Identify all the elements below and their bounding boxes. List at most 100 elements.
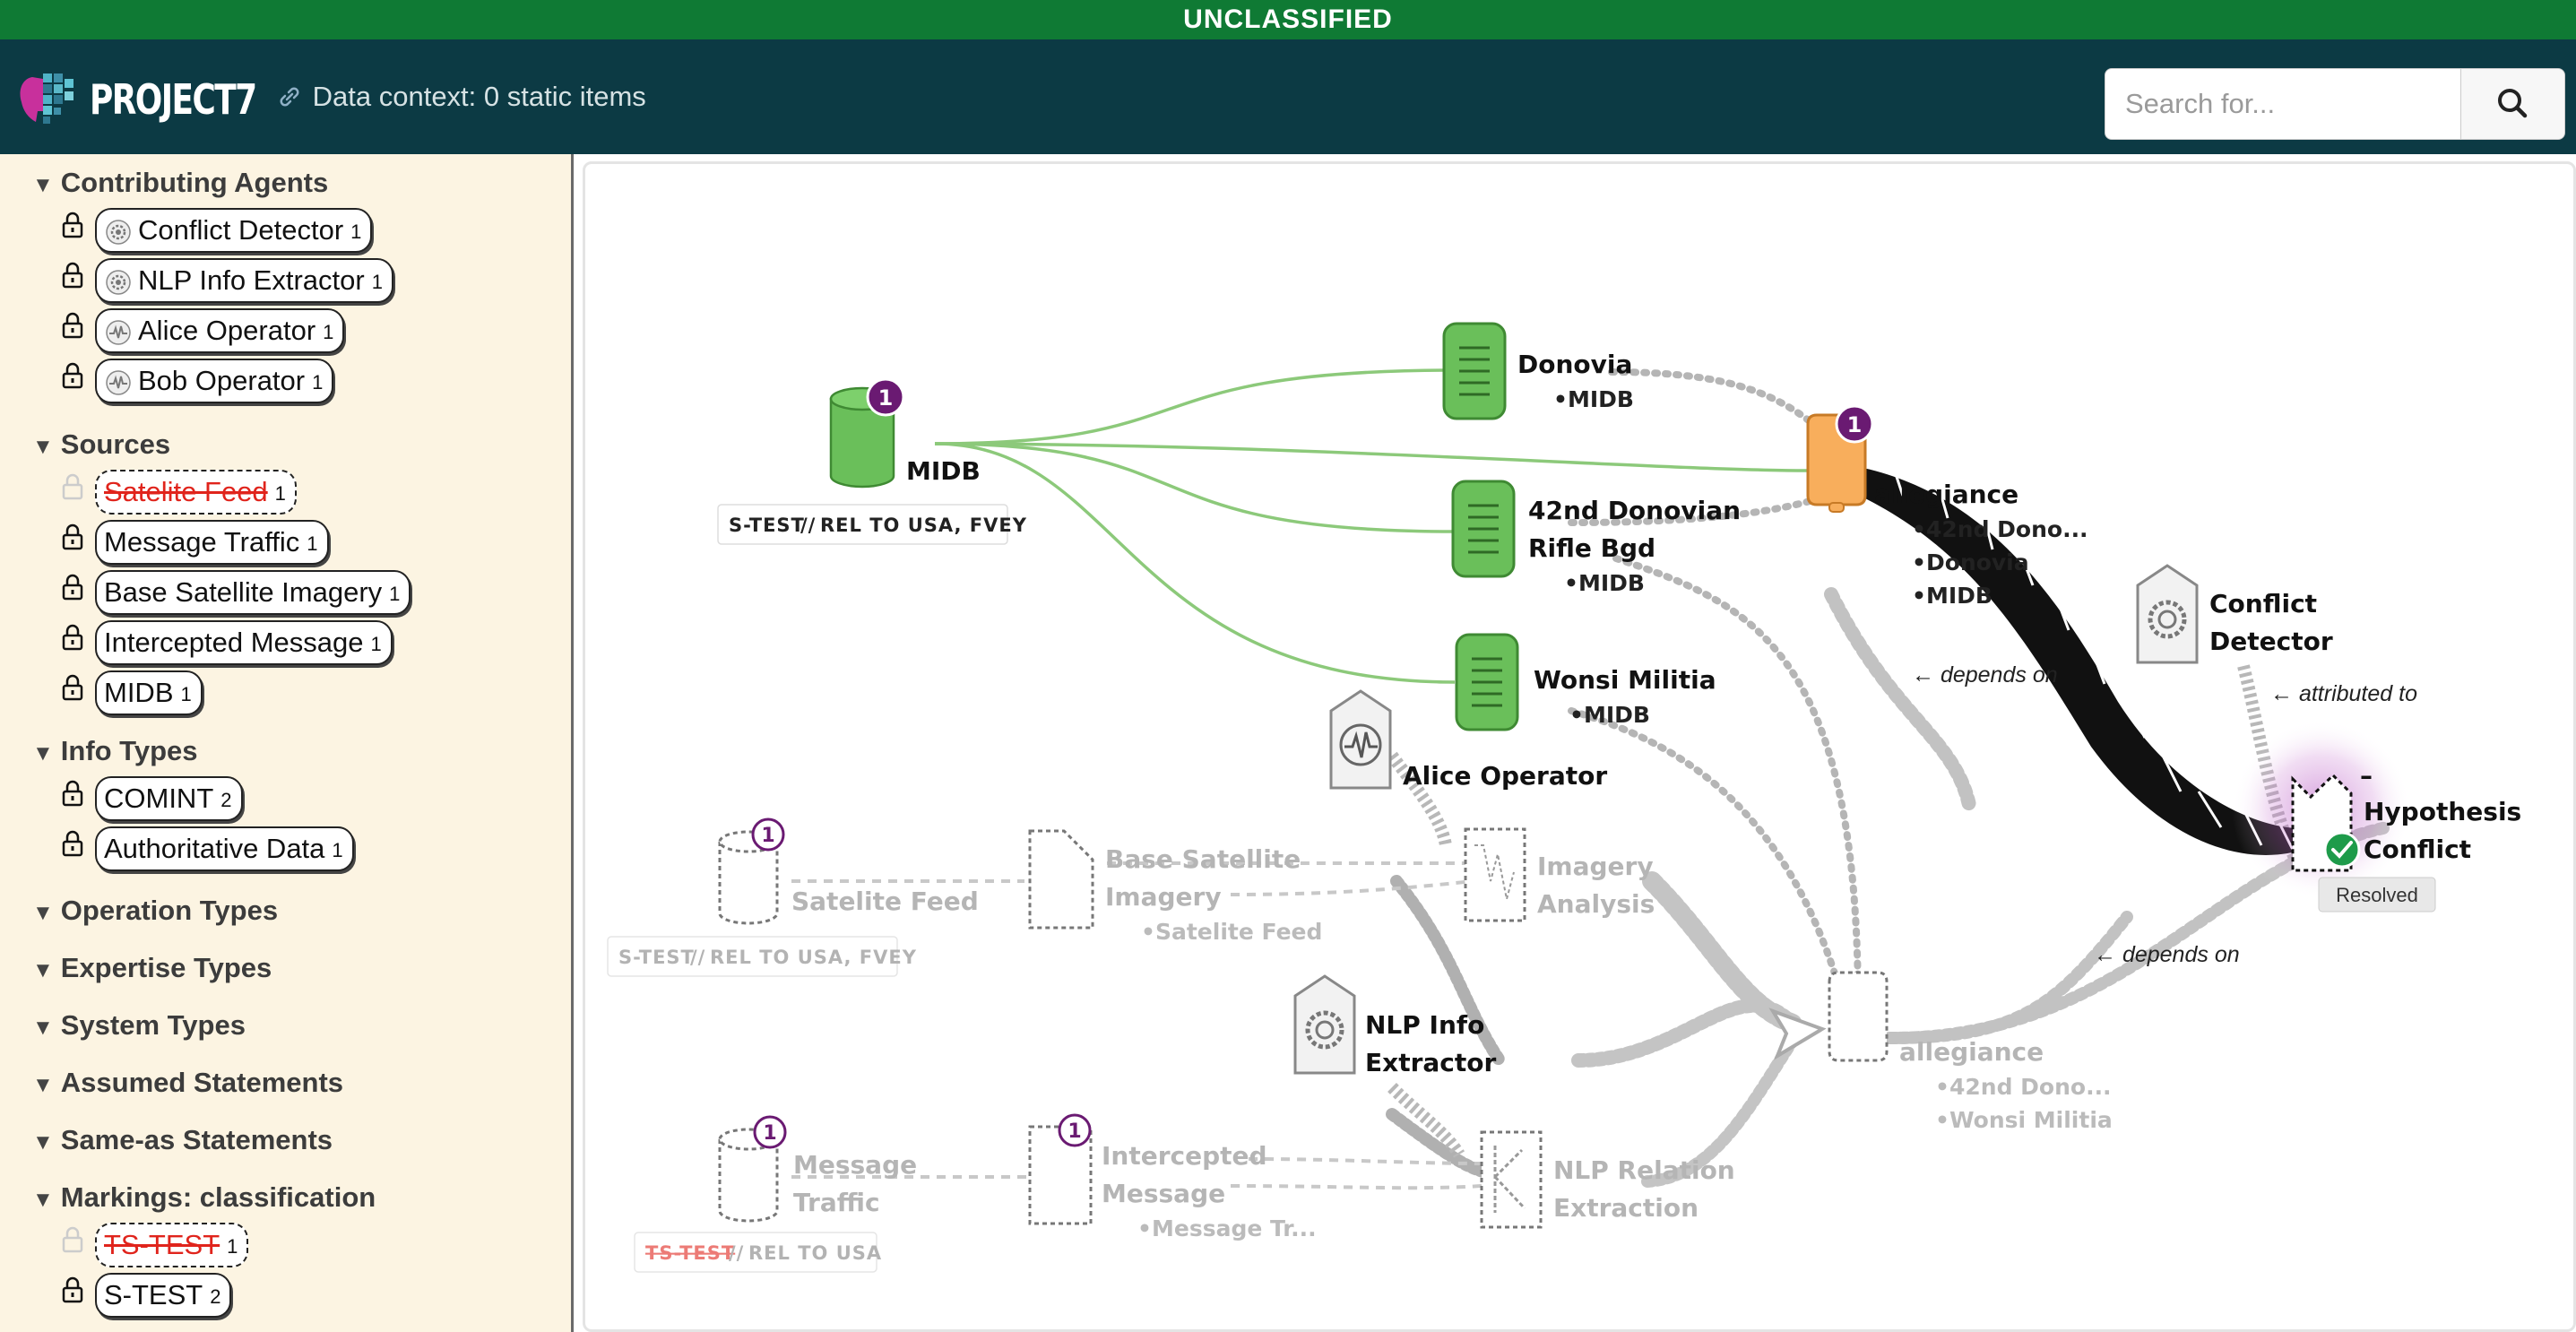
provenance-graph-canvas[interactable]: 1 MIDB S-TEST // REL TO USA, FVEY Donovi… (583, 161, 2576, 1332)
svg-text:•MIDB: •MIDB (1564, 570, 1645, 596)
filter-chip[interactable]: Intercepted Message 1 (95, 620, 393, 665)
svg-text:•42nd Dono...: •42nd Dono... (1935, 1074, 2112, 1100)
pulse-icon (106, 320, 131, 345)
top-bar: PROJECT7 Data context: 0 static items (0, 39, 2576, 154)
svg-text:Intercepted: Intercepted (1102, 1141, 1267, 1171)
section-sources[interactable]: ▼ Sources (32, 428, 170, 461)
svg-text:1: 1 (1068, 1120, 1081, 1143)
section-expertise-types[interactable]: ▼ Expertise Types (32, 952, 272, 984)
conflict-detector-node[interactable]: Conflict Detector (2136, 564, 2333, 664)
section-info-types[interactable]: ▼ Info Types (32, 735, 197, 767)
svg-text:1: 1 (763, 1122, 776, 1145)
filter-chip[interactable]: Satelite Feed 1 (95, 470, 297, 515)
base-satellite-imagery-node[interactable]: Base Satellite Imagery •Satelite Feed (1028, 829, 1322, 945)
filter-chip[interactable]: MIDB 1 (95, 670, 203, 715)
intercepted-message-node[interactable]: 1 Intercepted Message •Message Tr... (1028, 1113, 1317, 1241)
section-markings-classification[interactable]: ▼ Markings: classification (32, 1181, 376, 1214)
hypothesis-conflict-node[interactable]: – Hypothesis Conflict Resolved (2232, 720, 2521, 913)
svg-text:allegiance: allegiance (1899, 1037, 2044, 1067)
midb-marking: S-TEST // REL TO USA, FVEY (717, 504, 1027, 545)
filter-chip[interactable]: TS-TEST 1 (95, 1223, 249, 1267)
svg-text:REL TO USA, FVEY: REL TO USA, FVEY (820, 515, 1027, 536)
logo-mark-icon (20, 74, 73, 124)
search-input[interactable] (2105, 69, 2464, 139)
satelite-feed-node[interactable]: 1 Satelite Feed (718, 817, 979, 925)
facet-sidebar: ▼ Contributing Agents Conflict Detector 1 … (0, 154, 574, 1332)
gear-icon (106, 270, 131, 295)
imagery-analysis-node[interactable]: Imagery Analysis (1464, 827, 1655, 922)
pulse-icon (106, 370, 131, 395)
section-assumed-statements[interactable]: ▼ Assumed Statements (32, 1067, 343, 1099)
svg-text:S-TEST: S-TEST (618, 947, 695, 968)
search-box (2105, 68, 2565, 140)
svg-text:Imagery: Imagery (1105, 882, 1222, 912)
section-contributing-agents[interactable]: ▼ Contributing Agents (32, 167, 328, 199)
unlock-icon[interactable] (61, 473, 84, 500)
svg-text:TS-TEST: TS-TEST (645, 1242, 735, 1264)
lock-icon[interactable] (61, 523, 84, 550)
collapse-triangle-icon: ▼ (32, 1188, 54, 1212)
svg-text:Donovia: Donovia (1517, 350, 1632, 379)
filter-chip[interactable]: Conflict Detector 1 (95, 208, 373, 253)
data-context-text: Data context: 0 static items (312, 81, 646, 112)
midb-edges (934, 368, 1808, 684)
svg-text:1: 1 (878, 385, 894, 411)
lock-icon[interactable] (61, 674, 84, 701)
svg-text:Wonsi Militia: Wonsi Militia (1534, 665, 1716, 695)
wonsi-militia-node[interactable]: Wonsi Militia •MIDB (1455, 633, 1716, 731)
link-icon (278, 81, 309, 112)
lock-icon[interactable] (61, 830, 84, 857)
lock-icon[interactable] (61, 1276, 84, 1303)
lock-icon[interactable] (61, 212, 84, 238)
lock-icon[interactable] (61, 262, 84, 289)
filter-chip[interactable]: Bob Operator 1 (95, 359, 334, 403)
midb-node[interactable]: 1 MIDB (829, 377, 981, 489)
edge-label-depends-on: ← depends on (1912, 662, 2058, 688)
svg-text:S-TEST: S-TEST (729, 515, 805, 536)
search-icon (2498, 89, 2528, 118)
filter-chip[interactable]: COMINT 2 (95, 776, 243, 821)
lock-icon[interactable] (61, 780, 84, 807)
svg-text:Analysis: Analysis (1537, 889, 1655, 919)
filter-chip[interactable]: S-TEST 2 (95, 1273, 232, 1318)
message-traffic-node[interactable]: 1 Message Traffic (718, 1115, 917, 1223)
svg-text:Alice Operator: Alice Operator (1403, 761, 1607, 791)
allegiance-node[interactable]: 1 allegiance •42nd Dono... •Donovia •MID… (1806, 404, 2088, 609)
svg-text:REL TO USA, FVEY: REL TO USA, FVEY (710, 947, 917, 968)
svg-text:1: 1 (1847, 412, 1863, 437)
lock-icon[interactable] (61, 312, 84, 339)
collapse-triangle-icon: ▼ (32, 901, 54, 925)
svg-text:allegiance: allegiance (1874, 480, 2018, 509)
collapse-triangle-icon: ▼ (32, 173, 54, 197)
search-button[interactable] (2460, 69, 2564, 139)
data-context-label[interactable]: Data context: 0 static items (278, 81, 646, 113)
svg-text://: // (729, 1242, 744, 1264)
svg-text:Conflict: Conflict (2209, 589, 2317, 618)
satelite-feed-marking: S-TEST // REL TO USA, FVEY (607, 936, 917, 977)
section-same-as-statements[interactable]: ▼ Same-as Statements (32, 1124, 333, 1156)
svg-text:Satelite Feed: Satelite Feed (791, 887, 979, 916)
filter-chip[interactable]: NLP Info Extractor 1 (95, 258, 393, 303)
node-label: MIDB (906, 456, 981, 486)
filter-chip[interactable]: Message Traffic 1 (95, 520, 329, 565)
rifle-bgd-node[interactable]: 42nd Donovian Rifle Bgd •MIDB (1451, 480, 1741, 596)
nlp-relation-extraction-node[interactable]: NLP Relation Extraction (1480, 1130, 1735, 1229)
donovia-node[interactable]: Donovia •MIDB (1442, 322, 1634, 420)
section-operation-types[interactable]: ▼ Operation Types (32, 895, 278, 927)
filter-chip[interactable]: Alice Operator 1 (95, 308, 345, 353)
lock-icon[interactable] (61, 574, 84, 601)
filter-chip[interactable]: Authoritative Data 1 (95, 826, 354, 871)
status-badge: Resolved (2318, 877, 2436, 913)
collapse-triangle-icon: ▼ (32, 1073, 54, 1097)
unlock-icon[interactable] (61, 1226, 84, 1253)
lock-icon[interactable] (61, 624, 84, 651)
svg-text:Rifle Bgd: Rifle Bgd (1528, 533, 1655, 563)
section-system-types[interactable]: ▼ System Types (32, 1009, 246, 1042)
svg-text:Extraction: Extraction (1553, 1193, 1699, 1223)
svg-text:Traffic: Traffic (793, 1188, 880, 1217)
filter-chip[interactable]: Base Satellite Imagery 1 (95, 570, 411, 615)
app-logo[interactable]: PROJECT7 (16, 66, 257, 131)
lock-icon[interactable] (61, 362, 84, 389)
svg-text:–: – (2360, 761, 2373, 791)
collapse-triangle-icon: ▼ (32, 741, 54, 765)
